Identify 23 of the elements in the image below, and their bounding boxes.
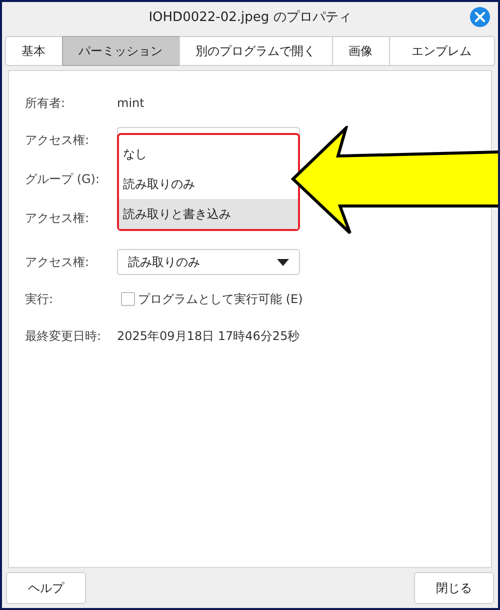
field-label: アクセス権: bbox=[25, 210, 90, 226]
field-label: グループ (G): bbox=[25, 170, 101, 188]
tab[interactable]: 別のプログラムで開く bbox=[178, 36, 332, 66]
access-dropdown[interactable]: 読み取りのみ bbox=[117, 249, 300, 275]
tab[interactable]: エンブレム bbox=[388, 36, 494, 66]
menu-option[interactable]: なし bbox=[119, 139, 298, 169]
window-title: IOHD0022-02.jpeg のプロパティ bbox=[148, 9, 352, 26]
menu-option[interactable]: 読み取りのみ bbox=[119, 169, 298, 199]
tab[interactable]: 基本 bbox=[4, 36, 62, 66]
field-label: アクセス権: bbox=[25, 254, 90, 270]
field-label: アクセス権: bbox=[25, 132, 90, 148]
menu-option[interactable]: 読み取りと書き込み bbox=[119, 199, 298, 229]
field-label: 実行: bbox=[25, 290, 54, 308]
field-value: 2025年09月18日 17時46分25秒 bbox=[117, 328, 300, 344]
checkbox-label[interactable]: プログラムとして実行可能 (E) bbox=[138, 290, 303, 308]
field-label: 最終変更日時: bbox=[25, 328, 102, 344]
dialog-button[interactable]: 閉じる bbox=[414, 572, 494, 604]
dialog-button[interactable]: ヘルプ bbox=[6, 572, 86, 604]
field-label: 所有者: bbox=[25, 94, 66, 112]
field-value: mint bbox=[117, 96, 144, 110]
tab[interactable]: パーミッション bbox=[62, 36, 180, 66]
dropdown-value: 読み取りのみ bbox=[128, 254, 200, 270]
tab[interactable]: 画像 bbox=[332, 36, 390, 66]
